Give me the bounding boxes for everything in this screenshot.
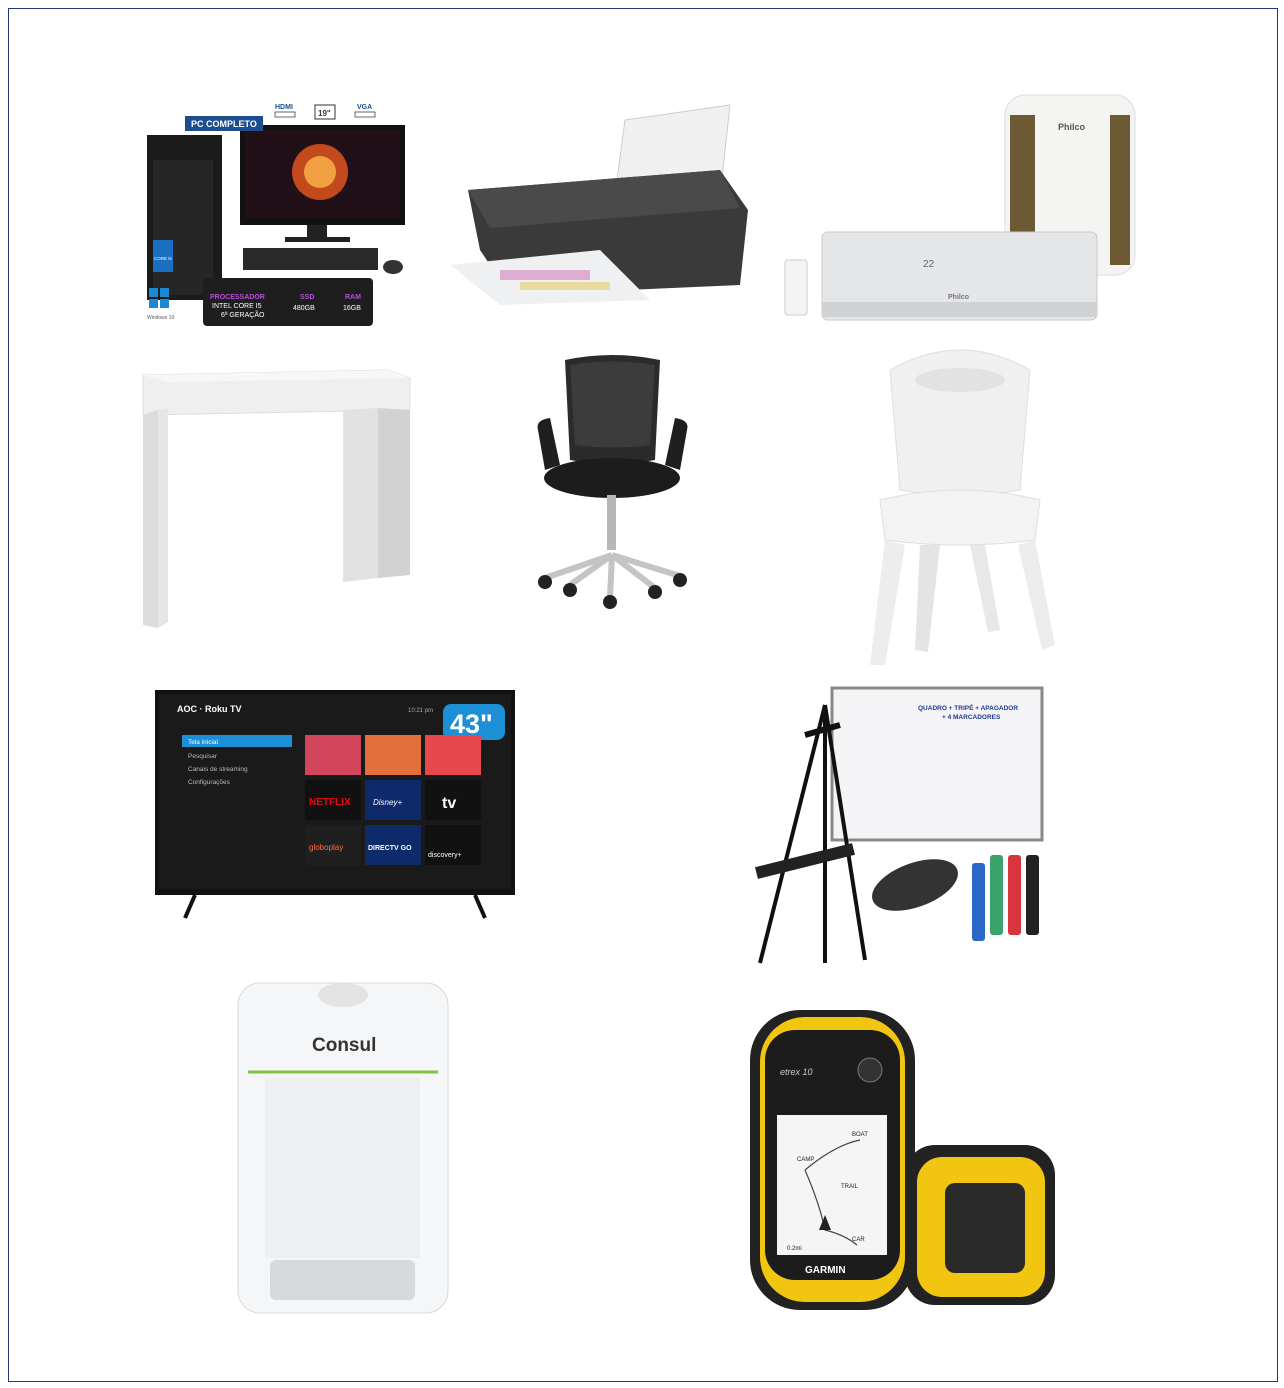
office-chair-image <box>530 350 695 612</box>
vga-label: VGA <box>357 104 372 111</box>
outdoor-unit-brand: Philco <box>1058 122 1086 132</box>
white-desk-image <box>138 360 413 630</box>
pc-badge: PC COMPLETO <box>191 119 257 129</box>
indoor-unit-brand: Philco <box>948 294 969 301</box>
cpu-value: INTEL CORE I5 <box>212 303 262 310</box>
gps-device-image: etrex 10 BOAT CAMP TRAIL CAR 0.2mi GARMI… <box>745 1005 1060 1310</box>
tv-menu-item: Pesquisar <box>188 753 218 760</box>
tv-app-tile: NETFLIX <box>309 797 351 808</box>
gps-map-label: BOAT <box>852 1132 868 1138</box>
air-conditioner-image: Philco 22 Philco <box>780 90 1145 325</box>
ssd-value: 480GB <box>293 305 315 312</box>
cpu-generation: 6ª GERAÇÃO <box>221 310 265 319</box>
monitor-size-label: 19" <box>318 109 331 118</box>
water-purifier-image: Consul <box>230 975 455 1320</box>
whiteboard-kit-image: QUADRO + TRIPÉ + APAGADOR + 4 MARCADORES <box>750 685 1050 965</box>
gps-map-label: TRAIL <box>841 1184 859 1190</box>
plastic-chair-image <box>860 340 1060 670</box>
gps-model: etrex 10 <box>780 1067 813 1077</box>
hdmi-label: HDMI <box>275 104 293 111</box>
tv-app-tile: Disney+ <box>373 798 402 807</box>
tv-app-tile: DIRECTV GO <box>368 845 412 852</box>
smart-tv-image: AOC · Roku TV 10:21 pm 43" Tela inicial … <box>155 690 515 920</box>
whiteboard-caption-line1: QUADRO + TRIPÉ + APAGADOR <box>918 703 1018 712</box>
ssd-title: SSD <box>300 294 314 301</box>
ram-value: 16GB <box>343 305 361 312</box>
windows-label: Windows 10 <box>147 315 174 321</box>
printer-image <box>440 100 750 310</box>
whiteboard-caption-line2: + 4 MARCADORES <box>942 714 1001 721</box>
tv-app-tile: tv <box>442 795 456 812</box>
tv-menu-item: Configurações <box>188 779 231 786</box>
purifier-brand: Consul <box>312 1035 376 1056</box>
cpu-title: PROCESSADOR <box>210 294 265 301</box>
gps-map-label: CAMP <box>797 1157 814 1163</box>
tv-size-badge: 43" <box>450 709 493 739</box>
gps-brand: GARMIN <box>805 1265 846 1276</box>
tv-brand: AOC · Roku TV <box>177 704 242 714</box>
ac-display: 22 <box>923 259 935 270</box>
tv-time: 10:21 pm <box>408 708 433 714</box>
ram-title: RAM <box>345 294 361 301</box>
tv-menu-item: Canais de streaming <box>188 766 248 773</box>
tv-app-tile: discovery+ <box>428 852 462 859</box>
intel-chip-label: CORE i5 <box>154 256 172 261</box>
tv-app-tile: globoplay <box>309 843 343 852</box>
gps-map-scale: 0.2mi <box>787 1246 802 1252</box>
tv-menu-item: Tela inicial <box>188 739 219 746</box>
desktop-pc-image: PC COMPLETO HDMI 19" VGA CORE i5 Windows… <box>135 100 405 330</box>
